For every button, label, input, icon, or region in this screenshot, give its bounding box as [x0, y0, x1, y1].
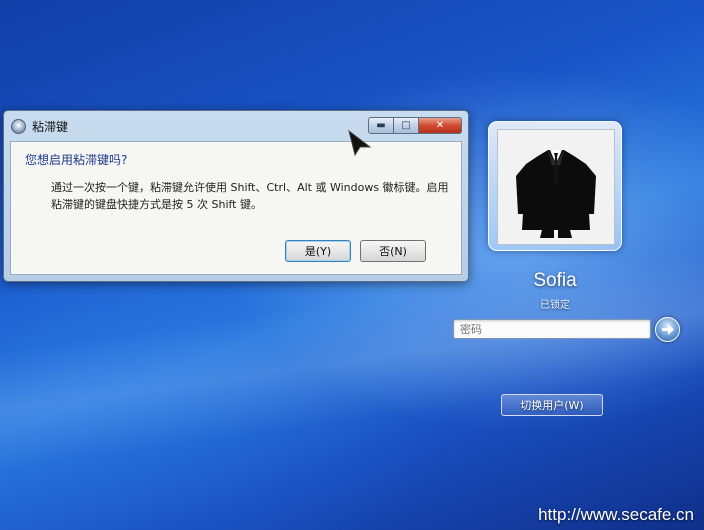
sticky-keys-icon: [11, 118, 26, 134]
username: Sofia: [533, 270, 577, 291]
arrow-right-icon: [662, 324, 674, 335]
dialog-titlebar[interactable]: 粘滞键 ▬ □ ✕: [4, 111, 468, 141]
dialog-question: 您想启用粘滞键吗?: [25, 153, 128, 167]
user-avatar-frame: [488, 121, 622, 251]
yes-button[interactable]: 是(Y): [285, 240, 351, 262]
maximize-button[interactable]: □: [393, 117, 419, 134]
sticky-keys-dialog: 粘滞键 ▬ □ ✕ 您想启用粘滞键吗? 通过一次按一个键，粘滞键允许使用 Shi…: [3, 110, 469, 282]
switch-user-button[interactable]: 切换用户(W): [501, 394, 603, 416]
window-controls: ▬ □ ✕: [368, 117, 462, 134]
submit-arrow-button[interactable]: [655, 317, 680, 342]
no-button[interactable]: 否(N): [360, 240, 426, 262]
watermark: http://www.secafe.cn: [538, 505, 694, 524]
close-button[interactable]: ✕: [418, 117, 462, 134]
suit-silhouette-icon: [516, 150, 596, 238]
dialog-content: 您想启用粘滞键吗? 通过一次按一个键，粘滞键允许使用 Shift、Ctrl、Al…: [10, 141, 462, 275]
mouse-pointer-icon: [348, 130, 372, 156]
lock-status: 已锁定: [540, 300, 570, 311]
dialog-description: 通过一次按一个键，粘滞键允许使用 Shift、Ctrl、Alt 或 Window…: [51, 181, 449, 211]
avatar: [497, 129, 615, 245]
password-input[interactable]: [453, 319, 651, 339]
dialog-title: 粘滞键: [32, 119, 69, 134]
